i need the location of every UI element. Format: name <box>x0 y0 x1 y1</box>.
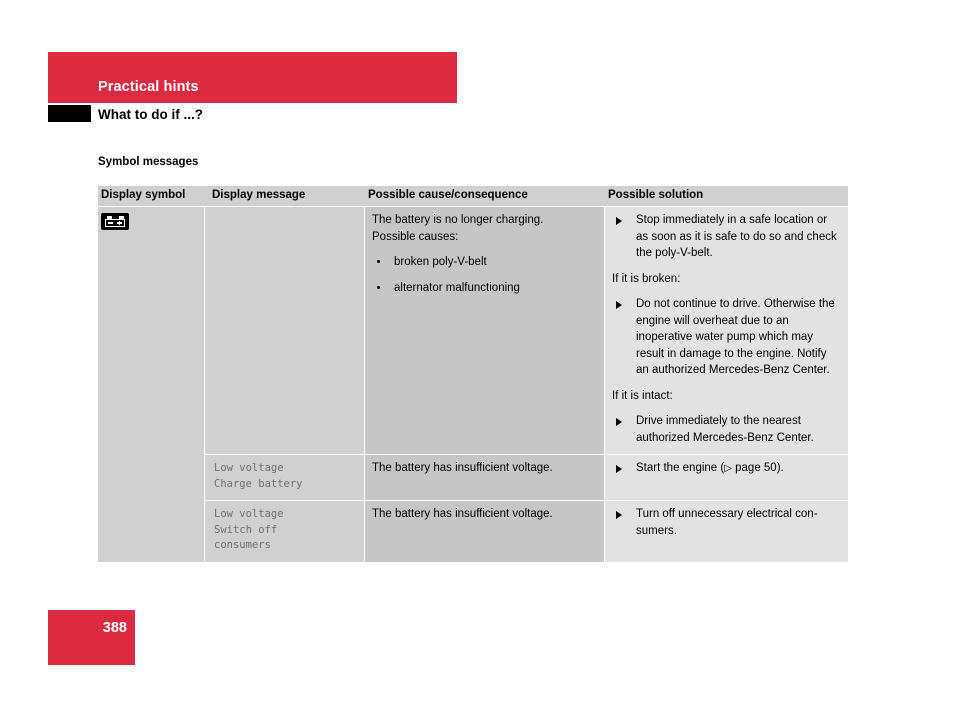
solution-action: Start the engine (▷ page 50). <box>612 460 838 477</box>
column-header-display-symbol: Display symbol <box>101 189 186 201</box>
action-text: Drive immediately to the nearest authori… <box>636 415 814 444</box>
battery-minus-sign <box>108 222 113 224</box>
table-row: Low voltage Charge battery The battery h… <box>205 455 848 501</box>
possible-solution-cell: Turn off unnecessary electrical con-sume… <box>605 501 848 562</box>
display-symbol-cell <box>98 207 205 562</box>
display-message-cell: Low voltage Charge battery <box>205 455 365 500</box>
possible-cause-cell: The battery has insufficient voltage. <box>365 455 605 500</box>
battery-plus-sign-v <box>118 220 120 226</box>
chapter-title: Practical hints <box>98 79 199 95</box>
action-text: Do not continue to drive. Otherwise the … <box>636 298 835 376</box>
action-triangle-icon <box>616 417 622 426</box>
chapter-header-band: Practical hints <box>48 52 457 103</box>
cause-bullet-list: broken poly-V-belt alternator malfunctio… <box>372 254 594 296</box>
action-triangle-icon <box>616 300 622 309</box>
cause-intro-line-1: The battery is no longer charging. <box>372 214 544 226</box>
solution-lead-in: If it is intact: <box>612 389 673 402</box>
bullet-dot-icon <box>377 285 381 289</box>
action-triangle-icon <box>616 510 622 519</box>
table-rows-container: The battery is no longer charging. Possi… <box>205 207 848 562</box>
list-item: broken poly-V-belt <box>372 254 594 271</box>
table-header-row: Display symbol Display message Possible … <box>98 186 848 207</box>
column-header-possible-solution: Possible solution <box>608 189 704 201</box>
action-triangle-icon <box>616 464 622 473</box>
action-text: Stop immediately in a safe location or a… <box>636 214 837 259</box>
section-tab-marker <box>48 105 91 122</box>
symbol-messages-table: Display symbol Display message Possible … <box>98 186 848 562</box>
action-text-after: page 50). <box>731 462 784 474</box>
action-triangle-icon <box>616 216 622 225</box>
section-title: What to do if ...? <box>98 107 203 122</box>
column-header-display-message: Display message <box>212 189 306 201</box>
display-message-cell: Low voltage Switch off consumers <box>205 501 365 562</box>
action-text-before: Start the engine ( <box>636 462 725 474</box>
action-text: Turn off unnecessary electrical con-sume… <box>636 508 818 537</box>
table-body: The battery is no longer charging. Possi… <box>98 207 848 562</box>
solution-action: Do not continue to drive. Otherwise the … <box>612 296 838 379</box>
display-message-cell <box>205 207 365 454</box>
page-number-box: 388 <box>48 610 135 665</box>
solution-action: Stop immediately in a safe location or a… <box>612 212 838 262</box>
table-row: The battery is no longer charging. Possi… <box>205 207 848 455</box>
table-row: Low voltage Switch off consumers The bat… <box>205 501 848 562</box>
page-number: 388 <box>102 620 127 636</box>
possible-cause-cell: The battery has insufficient voltage. <box>365 501 605 562</box>
possible-cause-cell: The battery is no longer charging. Possi… <box>365 207 605 454</box>
subsection-label: Symbol messages <box>98 156 199 168</box>
list-item: alternator malfunctioning <box>372 280 594 297</box>
possible-solution-cell: Start the engine (▷ page 50). <box>605 455 848 500</box>
bullet-text: alternator malfunctioning <box>394 281 520 294</box>
solution-lead-in: If it is broken: <box>612 272 681 285</box>
cause-intro-line-2: Possible causes: <box>372 230 459 243</box>
solution-action: Turn off unnecessary electrical con-sume… <box>612 506 838 539</box>
possible-solution-cell: Stop immediately in a safe location or a… <box>605 207 848 454</box>
column-header-possible-cause: Possible cause/consequence <box>368 189 528 201</box>
battery-icon <box>101 213 129 230</box>
solution-action: Drive immediately to the nearest authori… <box>612 413 838 446</box>
bullet-text: broken poly-V-belt <box>394 256 487 268</box>
page-reference-icon: ▷ <box>724 463 732 474</box>
bullet-dot-icon <box>377 260 381 264</box>
